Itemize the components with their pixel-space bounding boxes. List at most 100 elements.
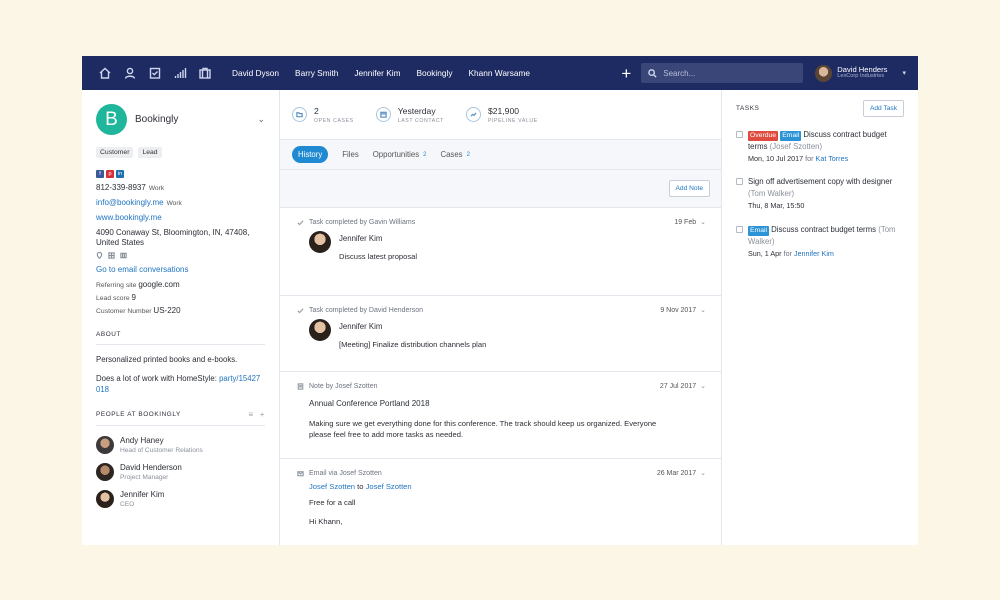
person-name[interactable]: David Henderson	[120, 463, 182, 472]
calendar-icon	[375, 107, 391, 122]
note-toolbar: Add Note	[280, 170, 721, 208]
task-assignee-link[interactable]: Jennifer Kim	[794, 249, 834, 258]
people-heading: PEOPLE AT BOOKINGLY ≡ +	[96, 410, 265, 426]
task-assignee-link[interactable]: Kat Torres	[816, 154, 849, 163]
chevron-down-icon[interactable]: ▾	[902, 69, 906, 77]
chevron-down-icon[interactable]: ⌄	[700, 306, 706, 314]
email-to-link[interactable]: Josef Szotten	[366, 482, 412, 491]
task-item: Sign off advertisement copy with designe…	[736, 176, 904, 211]
company-sidebar: B Bookingly ⌄ Customer Lead f p in 812-3…	[82, 90, 280, 545]
tasks-icon[interactable]	[147, 66, 162, 81]
person-role: CEO	[120, 500, 135, 508]
search-placeholder: Search...	[663, 68, 696, 78]
contacts-icon[interactable]	[122, 66, 137, 81]
email-to-word: to	[357, 482, 364, 491]
feed-item-header: Task completed by Gavin Williams 19 Feb ⌄	[297, 218, 706, 226]
feed-date-text: 27 Jul 2017	[659, 382, 697, 390]
company-header: B Bookingly ⌄	[96, 104, 265, 135]
feed-item-email: Email via Josef Szotten 26 Mar 2017 ⌄ Jos…	[280, 459, 721, 545]
task-contact: (Josef Szotten)	[769, 142, 823, 152]
email-from-link[interactable]: Josef Szotten	[309, 482, 355, 491]
person-item[interactable]: Jennifer Kim CEO	[96, 489, 265, 508]
stat-label: LAST CONTACT	[397, 117, 444, 124]
pinterest-icon[interactable]: p	[106, 170, 114, 178]
about-title: ABOUT	[96, 330, 122, 338]
task-title[interactable]: Sign off advertisement copy with designe…	[748, 177, 892, 186]
recent-item-david-dyson[interactable]: David Dyson	[232, 68, 279, 78]
chevron-down-icon[interactable]: ⌄	[700, 469, 706, 477]
list-view-icon[interactable]: ≡	[248, 410, 253, 419]
avatar	[96, 462, 114, 481]
tab-cases[interactable]: Cases 2	[440, 150, 469, 159]
chevron-down-icon[interactable]: ⌄	[700, 382, 706, 390]
lead-score: Lead score 9	[96, 293, 265, 302]
add-new-button[interactable]: +	[621, 65, 631, 82]
recent-item-barry-smith[interactable]: Barry Smith	[295, 68, 338, 78]
address: 4090 Conaway St, Bloomington, IN, 47408,…	[96, 228, 265, 250]
email-link[interactable]: info@bookingly.me	[96, 198, 164, 207]
linkedin-icon[interactable]: in	[116, 170, 124, 178]
feed-person-name[interactable]: Jennifer Kim	[339, 234, 417, 243]
add-person-icon[interactable]: +	[260, 410, 265, 419]
recent-item-khann-warsame[interactable]: Khann Warsame	[469, 68, 531, 78]
person-name[interactable]: Andy Haney	[120, 436, 203, 445]
search-input[interactable]: Search...	[641, 63, 804, 83]
nav-icon-group	[97, 66, 212, 81]
task-due: Mon, 10 Jul 2017 for Kat Torres	[748, 153, 904, 164]
person-item[interactable]: David Henderson Project Manager	[96, 462, 265, 481]
feed-date-text: 26 Mar 2017	[656, 469, 697, 477]
top-navigation-bar: David Dyson Barry Smith Jennifer Kim Boo…	[82, 56, 918, 90]
task-due-date: Thu, 8 Mar, 15:50	[748, 201, 805, 211]
feed-item-text: [Meeting] Finalize distribution channels…	[339, 340, 487, 349]
task-item: Overdue Email Discuss contract budget te…	[736, 129, 904, 164]
people-title: PEOPLE AT BOOKINGLY	[96, 410, 181, 418]
stat-label: OPEN CASES	[314, 117, 354, 124]
tag-customer[interactable]: Customer	[96, 147, 134, 158]
street-view-icon[interactable]	[108, 252, 115, 259]
tag-lead[interactable]: Lead	[138, 147, 162, 158]
referring-site-label: Referring site	[96, 281, 137, 289]
feed-item-title: Task completed by Gavin Williams	[309, 218, 416, 226]
recent-item-bookingly[interactable]: Bookingly	[417, 68, 453, 78]
tab-opportunities[interactable]: Opportunities 2	[373, 150, 427, 159]
map-grid-icon[interactable]	[120, 252, 127, 259]
activity-tabs: History Files Opportunities 2 Cases 2	[280, 140, 721, 170]
facebook-icon[interactable]: f	[96, 170, 104, 178]
about-text-1: Personalized printed books and e-books.	[96, 354, 238, 364]
website-link[interactable]: www.bookingly.me	[96, 213, 265, 224]
feed-item-date: 9 Nov 2017 ⌄	[660, 306, 706, 315]
person-item[interactable]: Andy Haney Head of Customer Relations	[96, 435, 265, 454]
recent-item-jennifer-kim[interactable]: Jennifer Kim	[354, 68, 400, 78]
person-name[interactable]: Jennifer Kim	[120, 490, 164, 499]
address-actions	[96, 252, 265, 260]
home-icon[interactable]	[97, 66, 112, 81]
map-pin-icon[interactable]	[96, 252, 103, 260]
cases-icon[interactable]	[197, 66, 212, 81]
chevron-down-icon[interactable]: ⌄	[700, 218, 706, 226]
user-avatar	[815, 64, 833, 82]
user-menu[interactable]: David Henders LexCorp Industries ▾	[815, 64, 906, 82]
task-checkbox[interactable]	[736, 178, 743, 186]
check-icon	[297, 219, 304, 225]
feed-item-date: 26 Mar 2017 ⌄	[656, 469, 706, 478]
reports-icon[interactable]	[172, 66, 187, 81]
chevron-down-icon[interactable]: ⌄	[257, 114, 265, 125]
task-checkbox[interactable]	[736, 225, 743, 233]
task-title[interactable]: Discuss contract budget terms	[771, 225, 876, 234]
tab-history[interactable]: History	[292, 146, 329, 163]
feed-item-header: Note by Josef Szotten 27 Jul 2017 ⌄	[297, 382, 706, 390]
feed-item-date: 27 Jul 2017 ⌄	[659, 382, 706, 391]
feed-person-name[interactable]: Jennifer Kim	[339, 322, 486, 331]
tab-files[interactable]: Files	[342, 150, 358, 159]
tab-label: Opportunities	[372, 150, 420, 159]
add-note-button[interactable]: Add Note	[668, 180, 710, 197]
about-text-2-prefix: Does a lot of work with HomeStyle:	[96, 373, 220, 383]
task-due-date: Sun, 1 Apr	[748, 248, 782, 258]
email-conversations-link[interactable]: Go to email conversations	[96, 265, 265, 276]
overdue-badge: Overdue	[748, 131, 779, 141]
add-task-button[interactable]: Add Task	[862, 100, 904, 117]
phone-number[interactable]: 812-339-8937	[96, 183, 146, 192]
task-contact: (Tom Walker)	[748, 189, 795, 199]
task-checkbox[interactable]	[736, 131, 743, 138]
lead-score-value: 9	[131, 292, 136, 302]
